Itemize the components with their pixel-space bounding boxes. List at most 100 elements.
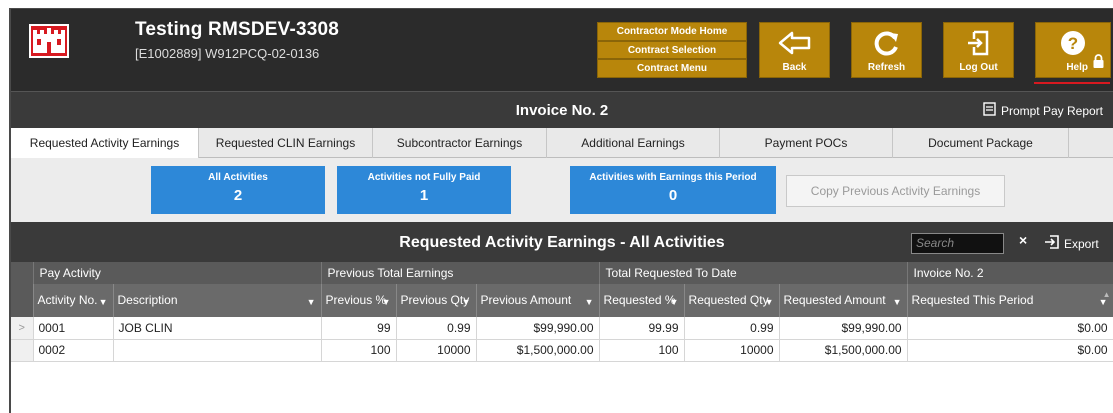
cell-previous-amount: $99,990.00	[476, 317, 600, 340]
col-requested-qty[interactable]: Requested Qty ▼	[684, 284, 780, 317]
clear-search-icon[interactable]: ×	[1019, 232, 1027, 248]
report-icon	[983, 102, 996, 119]
refresh-button[interactable]: Refresh	[851, 22, 922, 78]
export-icon	[1044, 234, 1060, 253]
table-row[interactable]: > 0001 JOB CLIN 99 0.99 $99,990.00 99.99…	[11, 317, 1113, 340]
group-previous-total-earnings: Previous Total Earnings	[321, 262, 600, 284]
tab-requested-activity-earnings[interactable]: Requested Activity Earnings	[11, 128, 199, 158]
cell-description	[113, 339, 322, 362]
contract-selection-link[interactable]: Contract Selection	[597, 40, 747, 60]
cell-requested-percent: 99.99	[599, 317, 685, 340]
invoice-bar: Invoice No. 2 Prompt Pay Report	[11, 91, 1113, 128]
contract-subtitle: [E1002889] W912PCQ-02-0136	[135, 46, 320, 61]
prompt-pay-report-label: Prompt Pay Report	[1000, 103, 1103, 118]
earnings-table: Pay Activity Previous Total Earnings Tot…	[11, 262, 1113, 362]
filter-funnel-icon: ▼	[584, 297, 594, 307]
filter-count: 2	[233, 187, 243, 204]
filter-count: 1	[419, 187, 429, 204]
tab-document-package[interactable]: Document Package	[893, 128, 1069, 158]
top-header: Testing RMSDEV-3308 [E1002889] W912PCQ-0…	[11, 9, 1113, 91]
col-requested-percent[interactable]: Requested % ▼	[599, 284, 685, 317]
col-activity-no[interactable]: Activity No. ▼	[33, 284, 114, 317]
refresh-label: Refresh	[867, 62, 906, 73]
filter-funnel-icon: ▼	[381, 297, 391, 307]
col-previous-amount[interactable]: Previous Amount ▼	[476, 284, 600, 317]
scroll-up-icon: ▲	[1102, 290, 1111, 299]
refresh-icon	[852, 28, 921, 58]
grid-header-bar: Requested Activity Earnings - All Activi…	[11, 222, 1113, 262]
contractor-menu: Contractor Mode Home Contract Selection …	[597, 22, 747, 79]
filter-label: All Activities	[208, 172, 268, 183]
cell-requested-qty: 0.99	[684, 317, 780, 340]
cell-previous-qty: 0.99	[396, 317, 477, 340]
filter-all-activities[interactable]: All Activities 2	[151, 166, 325, 214]
app-window: Testing RMSDEV-3308 [E1002889] W912PCQ-0…	[9, 8, 1113, 413]
app-root: Testing RMSDEV-3308 [E1002889] W912PCQ-0…	[0, 0, 1113, 413]
cell-requested-amount: $1,500,000.00	[779, 339, 908, 362]
group-pay-activity: Pay Activity	[33, 262, 322, 284]
help-button[interactable]: ? Help	[1035, 22, 1111, 78]
logout-button[interactable]: Log Out	[943, 22, 1014, 78]
tab-subcontractor-earnings[interactable]: Subcontractor Earnings	[373, 128, 547, 158]
help-active-underline	[1034, 82, 1110, 84]
col-previous-percent[interactable]: Previous % ▼	[321, 284, 397, 317]
search-input[interactable]: Search	[911, 233, 1004, 254]
cell-activity-no: 0002	[33, 339, 114, 362]
invoice-tabs: Requested Activity Earnings Requested CL…	[11, 128, 1113, 158]
group-invoice: Invoice No. 2	[907, 262, 1113, 284]
contractor-mode-home-link[interactable]: Contractor Mode Home	[597, 22, 747, 41]
lock-icon	[1093, 54, 1104, 73]
column-group-row: Pay Activity Previous Total Earnings Tot…	[11, 262, 1113, 284]
filter-funnel-icon: ▼	[461, 297, 471, 307]
castle-logo-icon	[29, 24, 69, 58]
filter-label: Activities with Earnings this Period	[589, 172, 757, 183]
col-previous-qty[interactable]: Previous Qty ▼	[396, 284, 477, 317]
filter-count: 0	[668, 187, 678, 204]
row-selector[interactable]	[11, 339, 34, 362]
cell-requested-amount: $99,990.00	[779, 317, 908, 340]
cell-previous-percent: 99	[321, 317, 397, 340]
filter-earnings-this-period[interactable]: Activities with Earnings this Period 0	[570, 166, 776, 214]
logout-label: Log Out	[959, 62, 998, 73]
col-description[interactable]: Description ▼	[113, 284, 322, 317]
tab-additional-earnings[interactable]: Additional Earnings	[547, 128, 720, 158]
cell-description: JOB CLIN	[113, 317, 322, 340]
cell-requested-this-period[interactable]: $0.00	[907, 317, 1113, 340]
back-label: Back	[782, 62, 807, 73]
export-button[interactable]: Export	[1044, 234, 1099, 253]
table-row[interactable]: 0002 100 10000 $1,500,000.00 100 10000 $…	[11, 339, 1113, 362]
prompt-pay-report-link[interactable]: Prompt Pay Report	[983, 102, 1103, 119]
col-requested-amount[interactable]: Requested Amount ▼	[779, 284, 908, 317]
copy-previous-earnings-button[interactable]: Copy Previous Activity Earnings	[786, 175, 1005, 207]
cell-previous-percent: 100	[321, 339, 397, 362]
filter-funnel-icon: ▼	[892, 297, 902, 307]
back-arrow-icon	[760, 28, 829, 58]
filter-funnel-icon: ▼	[669, 297, 679, 307]
svg-text:?: ?	[1068, 34, 1078, 53]
cell-requested-qty: 10000	[684, 339, 780, 362]
filter-not-fully-paid[interactable]: Activities not Fully Paid 1	[337, 166, 511, 214]
activity-filters: All Activities 2 Activities not Fully Pa…	[11, 158, 1113, 222]
back-button[interactable]: Back	[759, 22, 830, 78]
cell-requested-this-period[interactable]: $0.00	[907, 339, 1113, 362]
invoice-title: Invoice No. 2	[515, 102, 609, 119]
filter-funnel-icon: ▼	[764, 297, 774, 307]
logout-icon	[944, 28, 1013, 58]
tab-payment-pocs[interactable]: Payment POCs	[720, 128, 893, 158]
contract-menu-link[interactable]: Contract Menu	[597, 59, 747, 79]
cell-previous-qty: 10000	[396, 339, 477, 362]
row-selector[interactable]: >	[11, 317, 34, 340]
cell-requested-percent: 100	[599, 339, 685, 362]
col-requested-this-period[interactable]: Requested This Period ▼ ▲	[907, 284, 1113, 317]
cell-activity-no: 0001	[33, 317, 114, 340]
tab-requested-clin-earnings[interactable]: Requested CLIN Earnings	[199, 128, 373, 158]
cell-previous-amount: $1,500,000.00	[476, 339, 600, 362]
column-header-row: Activity No. ▼ Description ▼ Previous % ▼ P…	[11, 284, 1113, 317]
filter-label: Activities not Fully Paid	[367, 172, 481, 183]
app-title: Testing RMSDEV-3308	[135, 19, 340, 40]
group-total-requested-to-date: Total Requested To Date	[599, 262, 908, 284]
earnings-grid: Pay Activity Previous Total Earnings Tot…	[11, 262, 1113, 413]
filter-funnel-icon: ▼	[306, 297, 316, 307]
filter-funnel-icon: ▼	[98, 297, 108, 307]
export-label: Export	[1064, 236, 1099, 251]
